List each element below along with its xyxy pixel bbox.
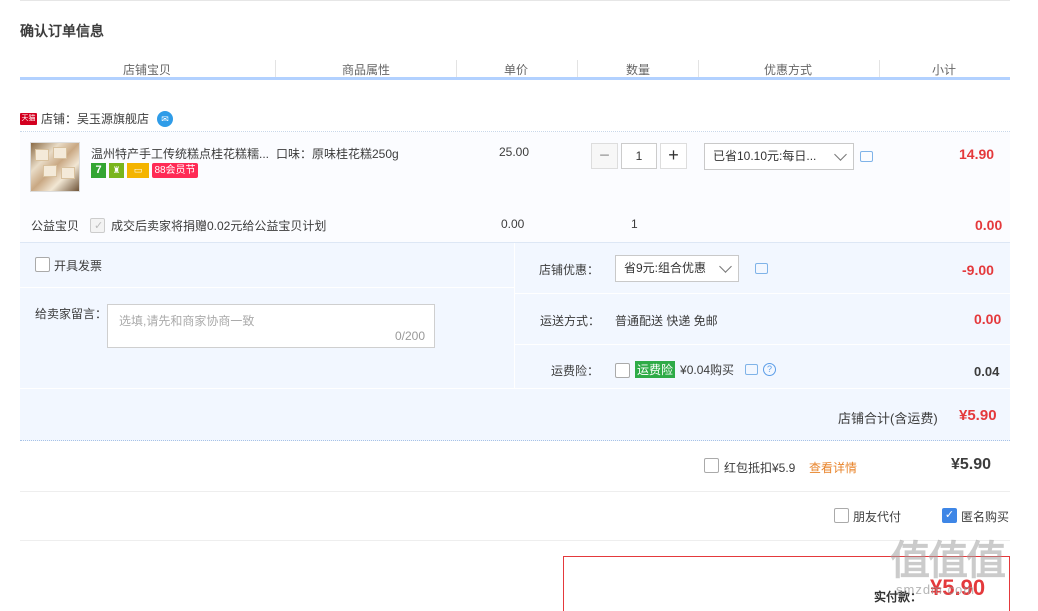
member-festival-badge[interactable]: 88会员节 — [152, 163, 198, 178]
shop-discount-value: 省9元:组合优惠 — [624, 261, 707, 275]
shipping-label: 运送方式： — [540, 314, 601, 328]
guarantee-icon[interactable]: ♜ — [109, 163, 124, 178]
cake-piece — [61, 167, 75, 179]
seller-message-input[interactable]: 选填,请先和商家协商一致 0/200 — [107, 304, 435, 348]
red-packet-checkbox[interactable] — [704, 458, 719, 473]
message-char-count: 0/200 — [394, 329, 425, 343]
red-packet-label: 红包抵扣¥5.9 — [724, 461, 796, 475]
panel-separator — [515, 293, 1010, 294]
shop-name-link[interactable]: 店铺：吴玉源旗舰店 — [41, 110, 149, 127]
red-packet-amount: ¥5.90 — [951, 456, 992, 473]
header-separator — [456, 60, 457, 78]
panel-separator — [20, 287, 514, 288]
column-shop-item: 店铺宝贝 — [123, 63, 172, 77]
product-tags: 7 ♜ ▭ 88会员节 — [91, 163, 198, 178]
insurance-checkbox[interactable] — [615, 363, 630, 378]
charity-price: 0.00 — [501, 217, 525, 231]
wangwang-chat-icon[interactable]: ✉ — [157, 110, 174, 127]
check-icon: ✓ — [94, 220, 104, 232]
anonymous-label: 匿名购买 — [961, 510, 1010, 524]
chevron-down-icon — [719, 260, 732, 273]
invoice-label: 开具发票 — [54, 259, 103, 273]
header-separator — [275, 60, 276, 78]
anonymous-checkbox[interactable]: ✓ — [942, 508, 957, 523]
insurance-label: 运费险： — [551, 364, 600, 378]
message-label: 给卖家留言： — [35, 307, 108, 321]
divider — [20, 242, 1010, 243]
charity-subtotal: 0.00 — [975, 217, 1003, 233]
charity-checkbox: ✓ — [90, 218, 105, 233]
shop-total-label: 店铺合计(含运费) — [838, 411, 938, 426]
item-subtotal: 14.90 — [959, 146, 995, 162]
discount-info-icon[interactable] — [755, 263, 768, 274]
unit-price: 25.00 — [499, 145, 530, 159]
panel-separator — [20, 388, 1010, 389]
divider — [20, 540, 1010, 541]
product-attribute: 口味：原味桂花糕250g — [276, 147, 399, 161]
section-title: 确认订单信息 — [20, 23, 104, 39]
quantity-stepper: − 1 + — [591, 143, 687, 169]
message-placeholder: 选填,请先和商家协商一致 — [119, 314, 255, 328]
promo-info-icon[interactable] — [860, 151, 873, 162]
shipping-method: 普通配送 快递 免邮 — [615, 314, 718, 328]
cake-piece — [53, 147, 67, 159]
shipping-amount: 0.00 — [974, 311, 1002, 327]
shop-row: 天猫 店铺：吴玉源旗舰店 ✉ — [20, 110, 174, 127]
column-quantity: 数量 — [626, 63, 651, 77]
tmall-badge-icon: 天猫 — [20, 112, 37, 125]
charity-quantity: 1 — [631, 217, 638, 231]
insurance-info-icon[interactable] — [745, 364, 759, 375]
invoice-checkbox[interactable] — [35, 257, 50, 272]
watermark-logo: 值值值 — [890, 539, 1006, 583]
shop-total-amount: ¥5.90 — [959, 407, 997, 424]
chevron-down-icon — [834, 148, 847, 161]
panel-separator — [515, 344, 1010, 345]
cake-piece — [43, 165, 57, 177]
product-title-link[interactable]: 温州特产手工传统糕点桂花糕糯... — [91, 145, 269, 162]
watermark-url: smzdm.com — [896, 582, 976, 597]
top-divider — [20, 0, 1010, 2]
header-separator — [698, 60, 699, 78]
view-details-link[interactable]: 查看详情 — [809, 459, 857, 476]
shop-discount-label: 店铺优惠： — [539, 263, 600, 277]
product-thumbnail[interactable] — [30, 142, 80, 192]
header-separator — [879, 60, 880, 78]
insurance-price: ¥0.04购买 — [680, 363, 735, 377]
friend-pay-checkbox[interactable] — [834, 508, 849, 523]
insurance-amount: 0.04 — [974, 364, 1000, 379]
credit-card-icon[interactable]: ▭ — [127, 163, 149, 178]
shop-discount-amount: -9.00 — [962, 262, 994, 278]
item-promo-value: 已省10.10元:每日... — [713, 149, 817, 163]
item-promo-select[interactable]: 已省10.10元:每日... — [704, 143, 854, 170]
divider — [20, 491, 1010, 492]
insurance-option: 运费险 ¥0.04购买 ? — [635, 361, 777, 378]
column-subtotal: 小计 — [932, 63, 957, 77]
shop-discount-select[interactable]: 省9元:组合优惠 — [615, 255, 739, 282]
seven-day-return-icon[interactable]: 7 — [91, 163, 106, 178]
quantity-minus-button[interactable]: − — [591, 143, 618, 169]
header-underline — [20, 77, 1010, 80]
header-separator — [577, 60, 578, 78]
panel-bottom-line — [20, 440, 1010, 441]
insurance-tag: 运费险 — [635, 361, 676, 378]
charity-label: 公益宝贝 — [31, 219, 80, 233]
column-unit-price: 单价 — [504, 63, 529, 77]
panel-separator — [514, 243, 515, 389]
column-discount: 优惠方式 — [764, 63, 813, 77]
help-icon[interactable]: ? — [763, 363, 777, 376]
cake-piece — [35, 149, 49, 161]
friend-pay-label: 朋友代付 — [853, 510, 902, 524]
column-attributes: 商品属性 — [342, 63, 391, 77]
quantity-plus-button[interactable]: + — [660, 143, 687, 169]
charity-text: 成交后卖家将捐赠0.02元给公益宝贝计划 — [111, 219, 327, 233]
quantity-input[interactable]: 1 — [621, 143, 657, 169]
